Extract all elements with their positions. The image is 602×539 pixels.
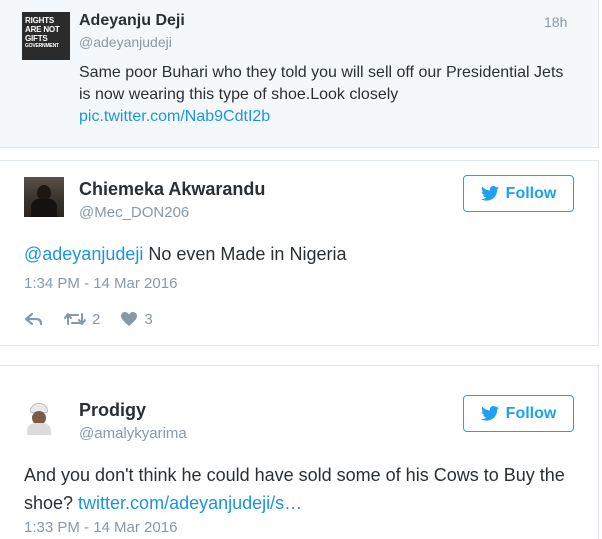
mention-link[interactable]: @adeyanjudeji bbox=[24, 244, 143, 264]
like-action[interactable]: 3 bbox=[120, 310, 153, 328]
tweet-media-link[interactable]: pic.twitter.com/Nab9CdtI2b bbox=[79, 108, 270, 125]
separator bbox=[0, 148, 599, 160]
author-handle[interactable]: @adeyanjudeji bbox=[79, 34, 172, 50]
follow-button[interactable]: Follow bbox=[463, 175, 574, 212]
avatar-text-line: RIGHTS bbox=[25, 16, 55, 25]
author-name[interactable]: Prodigy bbox=[79, 400, 146, 421]
parent-tweet[interactable]: RIGHTS ARE NOT GIFTS GOVERNMENT Adeyanju… bbox=[0, 0, 599, 148]
tweet-actions: 2 3 bbox=[24, 309, 173, 329]
follow-button[interactable]: Follow bbox=[463, 395, 574, 432]
reply-action[interactable] bbox=[24, 311, 44, 327]
reply-arrow-icon bbox=[24, 312, 43, 326]
tweet-text: @adeyanjudeji No even Made in Nigeria bbox=[24, 244, 346, 265]
follow-label: Follow bbox=[505, 404, 557, 422]
retweet-count: 2 bbox=[92, 310, 101, 328]
author-handle[interactable]: @amalykyarima bbox=[79, 425, 187, 442]
tweet-timestamp[interactable]: 1:33 PM - 14 Mar 2016 bbox=[24, 519, 177, 536]
heart-icon bbox=[121, 312, 138, 326]
avatar-text-line: ARE NOT bbox=[25, 25, 60, 34]
avatar-subtext: GOVERNMENT bbox=[25, 43, 59, 49]
tweet-timestamp[interactable]: 1:34 PM - 14 Mar 2016 bbox=[24, 275, 177, 292]
avatar-robe-shape bbox=[27, 423, 51, 435]
author-avatar[interactable]: RIGHTS ARE NOT GIFTS GOVERNMENT bbox=[22, 12, 70, 60]
tweet-body: No even Made in Nigeria bbox=[143, 244, 347, 264]
twitter-bird-icon bbox=[480, 406, 499, 421]
follow-label: Follow bbox=[505, 184, 557, 202]
tweet-text: And you don't think he could have sold s… bbox=[24, 461, 584, 517]
twitter-bird-icon bbox=[480, 186, 499, 201]
retweet-action[interactable]: 2 bbox=[64, 311, 100, 328]
author-name[interactable]: Chiemeka Akwarandu bbox=[79, 179, 265, 200]
tweet-text: Same poor Buhari who they told you will … bbox=[79, 62, 579, 128]
author-name[interactable]: Adeyanju Deji bbox=[79, 12, 185, 30]
retweet-icon bbox=[64, 313, 86, 325]
second-reply-tweet: Prodigy @amalykyarima Follow And you don… bbox=[0, 365, 599, 539]
avatar-text-line: GIFTS bbox=[25, 34, 48, 43]
tweet-body: Same poor Buhari who they told you will … bbox=[79, 64, 564, 103]
author-avatar[interactable] bbox=[24, 399, 54, 435]
avatar-body-shape bbox=[31, 199, 57, 217]
author-handle[interactable]: @Mec_DON206 bbox=[79, 204, 189, 221]
author-avatar[interactable] bbox=[24, 177, 64, 217]
like-count: 3 bbox=[144, 310, 153, 328]
tweet-time[interactable]: 18h bbox=[544, 14, 567, 30]
reply-tweet: Chiemeka Akwarandu @Mec_DON206 Follow @a… bbox=[0, 160, 599, 346]
tweet-link[interactable]: twitter.com/adeyanjudeji/s… bbox=[78, 493, 302, 513]
